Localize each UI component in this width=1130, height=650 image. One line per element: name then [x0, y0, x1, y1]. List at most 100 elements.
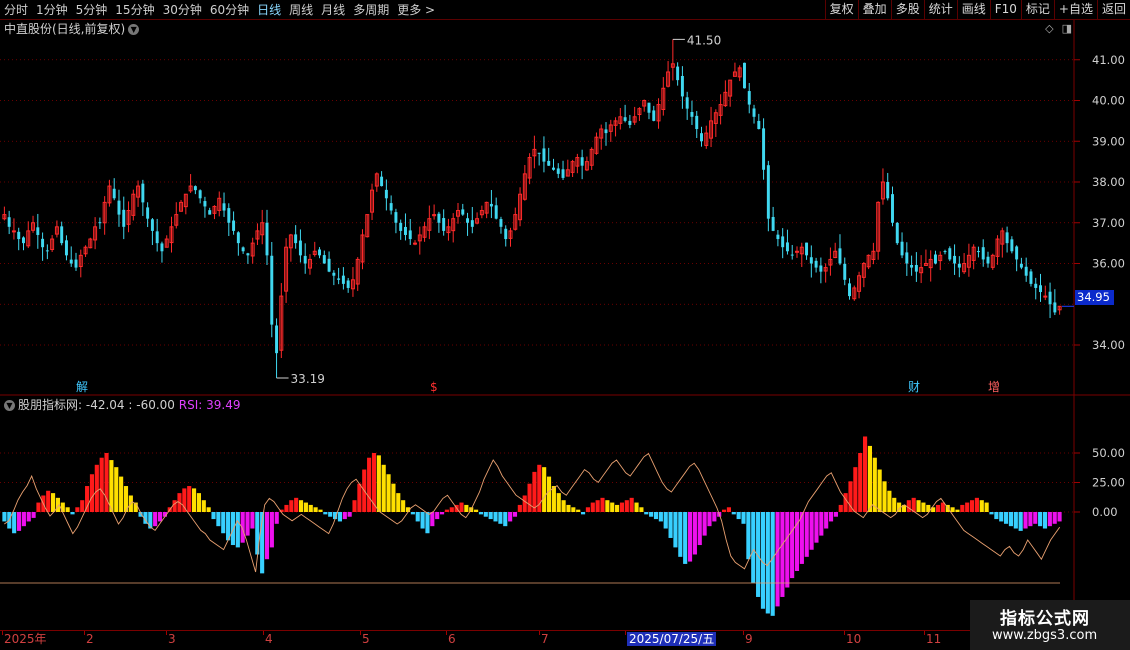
indicator-bar — [624, 500, 629, 512]
indicator-bar — [546, 476, 552, 512]
candle-body-down — [494, 205, 498, 219]
indicator-bar — [80, 500, 85, 512]
candle-body-down — [747, 91, 751, 105]
last-price-tag: 34.95 — [1075, 290, 1114, 305]
candle-body-down — [208, 210, 212, 215]
indicator-bar — [328, 512, 333, 517]
indicator-bar — [644, 512, 649, 515]
indicator-bar — [848, 481, 853, 512]
candle-body-down — [914, 265, 918, 272]
candle-body-down — [742, 62, 746, 89]
indicator-bar — [955, 509, 960, 512]
indicator-bar — [916, 500, 921, 512]
candle-body-down — [685, 97, 689, 109]
indicator-bar — [892, 497, 897, 512]
indicator-bar — [634, 502, 639, 512]
indicator-title[interactable]: ▼ 股朋指标网: -42.04 : -60.00 RSI: 39.49 — [4, 398, 240, 412]
event-marker-3: 增 — [988, 380, 1000, 394]
candle-body-down — [270, 255, 274, 325]
indicator-bar — [1057, 512, 1062, 522]
candle-body-down — [384, 189, 388, 199]
indicator-bar — [683, 512, 688, 564]
indicator-bar — [542, 467, 547, 512]
indicator-bar — [488, 512, 493, 520]
indicator-bar — [46, 490, 51, 512]
indicator-bar — [89, 474, 95, 512]
indicator-bar — [697, 512, 702, 546]
indicator-bar — [1028, 512, 1033, 527]
indicator-bar — [833, 512, 838, 517]
price-y-tick: 34.00 — [1092, 338, 1125, 352]
candle-body-down — [1015, 246, 1019, 260]
indicator-bar — [381, 464, 386, 512]
indicator-bar — [512, 512, 518, 517]
date-label-3: 4 — [265, 632, 273, 646]
candle-body-down — [580, 157, 584, 166]
candle-body-down — [814, 260, 818, 268]
candle-body-down — [294, 234, 298, 244]
date-label-10: 11 — [926, 632, 942, 646]
candle-body-down — [45, 250, 49, 252]
candle-body-down — [275, 325, 279, 354]
candle-body-up — [413, 242, 417, 245]
chevron-down-icon[interactable]: ▼ — [4, 400, 15, 411]
candle-body-down — [623, 117, 627, 121]
indicator-bar — [1033, 512, 1038, 524]
indicator-bar — [347, 512, 352, 517]
indicator-y-tick: 50.00 — [1092, 446, 1125, 460]
date-tick — [166, 631, 167, 635]
candle-body-down — [227, 208, 231, 223]
rsi-line — [4, 452, 1061, 573]
indicator-bar — [746, 512, 751, 560]
date-tick — [360, 631, 361, 635]
indicator-bar — [658, 512, 663, 522]
candle-body-down — [1019, 263, 1023, 268]
indicator-bar — [85, 486, 90, 512]
candle-body-down — [69, 259, 73, 264]
indicator-bar — [474, 509, 479, 512]
indicator-bar — [1004, 512, 1009, 524]
indicator-bar — [629, 497, 634, 512]
indicator-bar — [478, 512, 484, 515]
date-label-1: 2 — [86, 632, 94, 646]
indicator-bar — [687, 512, 693, 562]
candle-body-down — [337, 278, 341, 280]
indicator-bar — [527, 483, 532, 512]
indicator-bar — [172, 500, 177, 512]
candle-body-down — [22, 237, 25, 244]
candle-body-down — [910, 264, 914, 268]
indicator-bar — [843, 493, 848, 512]
indicator-bar — [449, 507, 454, 512]
candle-body-down — [986, 256, 990, 264]
candle-body-down — [461, 209, 465, 215]
indicator-bar — [26, 512, 31, 522]
candle-body-down — [790, 254, 794, 256]
candle-body-down — [766, 165, 770, 219]
candle-body-down — [628, 120, 632, 125]
indicator-bar — [1038, 512, 1043, 527]
low-label: 33.19 — [291, 372, 325, 386]
candle-body-down — [122, 209, 126, 227]
indicator-bar — [303, 502, 308, 512]
candle-body-down — [1048, 291, 1052, 305]
candle-body-down — [236, 232, 240, 244]
date-label-9: 10 — [846, 632, 862, 646]
indicator-bar — [318, 509, 323, 512]
indicator-bar — [50, 493, 56, 512]
indicator-bar — [211, 512, 216, 520]
candle-body-down — [957, 263, 961, 268]
date-axis: 2025年 2 3 4 5 6 7 2025/07/25/五 9 10 11 — [0, 630, 1130, 650]
indicator-bar — [191, 488, 197, 512]
indicator-bar — [109, 460, 114, 512]
indicator-bar — [342, 512, 347, 520]
indicator-bar — [595, 500, 600, 512]
candle-body-down — [17, 231, 21, 240]
indicator-bar — [235, 512, 240, 548]
indicator-bar — [201, 500, 206, 512]
candle-body-down — [542, 148, 546, 162]
indicator-bar — [386, 474, 391, 512]
indicator-bar — [187, 486, 192, 512]
indicator-bar — [294, 497, 299, 512]
watermark: 指标公式网 www.zbgs3.com — [970, 600, 1130, 650]
indicator-bar — [960, 504, 965, 512]
